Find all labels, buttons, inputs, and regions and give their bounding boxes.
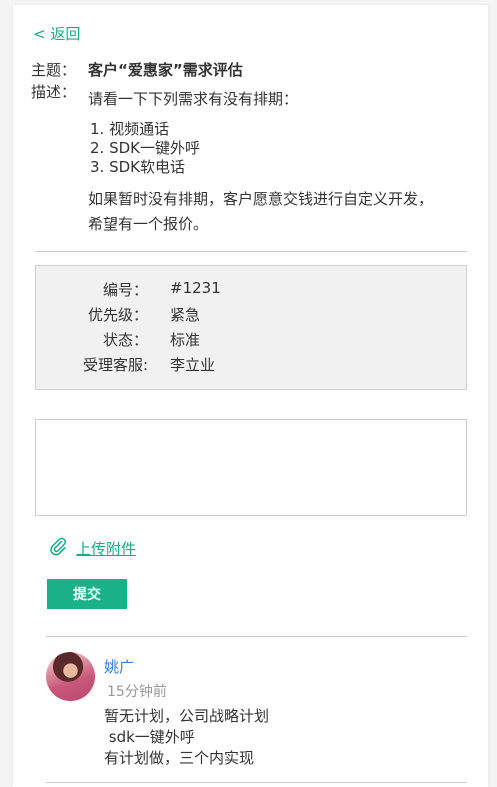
subject-label: 主题： xyxy=(31,61,77,79)
back-link[interactable]: < 返回 xyxy=(33,23,80,44)
ticket-agent: 李立业 xyxy=(170,356,216,374)
divider xyxy=(35,251,467,252)
comment-line: 暂无计划，公司战略计划 xyxy=(104,707,270,725)
requirement-item: 3. SDK软电话 xyxy=(90,158,185,176)
description-intro: 请看一下下列需求有没有排期： xyxy=(88,90,299,108)
comment-author[interactable]: 姚广 xyxy=(104,656,134,677)
status-label: 状态： xyxy=(102,331,148,349)
ticket-info-panel: 编号： #1231 优先级： 紧急 状态： 标准 受理客服: 李立业 xyxy=(35,265,467,390)
description-line: 如果暂时没有排期，客户愿意交钱进行自定义开发， xyxy=(88,190,434,208)
divider xyxy=(46,782,467,783)
divider xyxy=(46,636,467,637)
number-label: 编号： xyxy=(102,281,148,299)
requirement-item: 2. SDK一键外呼 xyxy=(90,139,200,157)
upload-label: 上传附件 xyxy=(76,539,137,558)
info-row-number: 编号： #1231 xyxy=(36,279,466,303)
ticket-number: #1231 xyxy=(170,279,221,297)
ticket-priority: 紧急 xyxy=(170,306,201,324)
description-label: 描述： xyxy=(31,83,77,101)
ticket-detail-card: < 返回 主题： 客户“爱惠家”需求评估 描述： 请看一下下列需求有没有排期： … xyxy=(13,5,488,787)
comment-line: 有计划做，三个内实现 xyxy=(104,749,255,767)
comment-time: 15分钟前 xyxy=(107,684,167,700)
reply-textarea[interactable] xyxy=(35,419,467,516)
ticket-description: 请看一下下列需求有没有排期： 1. 视频通话 2. SDK一键外呼 3. SDK… xyxy=(88,89,468,237)
ticket-subject: 客户“爱惠家”需求评估 xyxy=(88,61,243,79)
comment-body: 暂无计划，公司战略计划 sdk一键外呼 有计划做，三个内实现 xyxy=(104,706,269,769)
info-row-priority: 优先级： 紧急 xyxy=(36,304,466,328)
priority-label: 优先级： xyxy=(87,306,148,324)
description-paragraph: 如果暂时没有排期，客户愿意交钱进行自定义开发， 希望有一个报价。 xyxy=(88,187,468,237)
description-line: 希望有一个报价。 xyxy=(88,215,209,233)
ticket-status: 标准 xyxy=(170,331,201,349)
upload-attachment-button[interactable]: 上传附件 xyxy=(48,536,136,560)
requirements-list: 1. 视频通话 2. SDK一键外呼 3. SDK软电话 xyxy=(90,120,468,177)
comment-line: sdk一键外呼 xyxy=(104,728,195,746)
info-row-status: 状态： 标准 xyxy=(36,329,466,353)
paperclip-icon xyxy=(48,536,68,560)
requirement-item: 1. 视频通话 xyxy=(90,120,170,138)
avatar xyxy=(46,652,95,701)
agent-label: 受理客服: xyxy=(82,356,148,374)
submit-button[interactable]: 提交 xyxy=(47,579,127,609)
info-row-agent: 受理客服: 李立业 xyxy=(36,354,466,378)
